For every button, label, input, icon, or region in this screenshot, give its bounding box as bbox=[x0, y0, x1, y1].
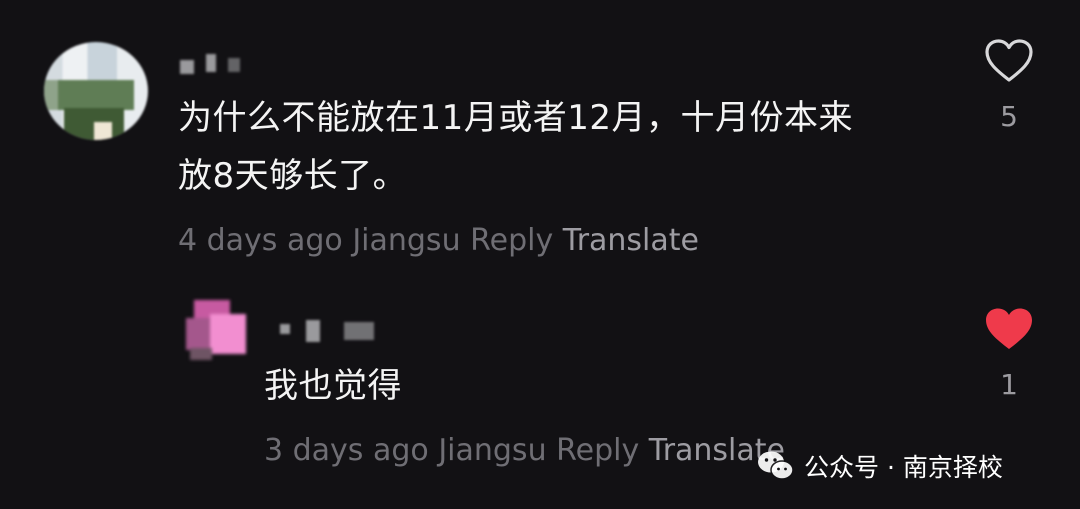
comment-text-line: 我也觉得 bbox=[264, 366, 402, 406]
heart-filled-icon bbox=[986, 308, 1032, 349]
like-button[interactable] bbox=[984, 306, 1034, 352]
comment-meta: 4 days ago Jiangsu Reply Translate bbox=[178, 223, 699, 258]
reply-button[interactable]: Reply bbox=[556, 433, 639, 468]
watermark-label: 公众号 · 南京择校 bbox=[804, 453, 1003, 482]
comment-location: Jiangsu bbox=[352, 223, 461, 258]
like-count: 5 bbox=[1000, 100, 1018, 133]
wechat-icon bbox=[758, 451, 794, 480]
comment-time: 4 days ago bbox=[178, 223, 343, 258]
comment-text: 我也觉得 bbox=[264, 357, 402, 415]
comment-time: 3 days ago bbox=[264, 433, 429, 468]
comment-text: 为什么不能放在11月或者12月，十月份本来 放8天够长了。 bbox=[178, 89, 938, 205]
username-blurred[interactable] bbox=[276, 318, 386, 346]
like-count: 1 bbox=[1000, 368, 1018, 401]
username-blurred[interactable] bbox=[178, 52, 268, 76]
comment-text-line: 放8天够长了。 bbox=[178, 156, 408, 196]
like-button[interactable] bbox=[984, 38, 1034, 84]
user-avatar[interactable] bbox=[44, 42, 148, 140]
translate-button[interactable]: Translate bbox=[563, 223, 699, 258]
comment-meta: 3 days ago Jiangsu Reply Translate bbox=[264, 433, 785, 468]
comment-location: Jiangsu bbox=[438, 433, 547, 468]
comment-text-line: 为什么不能放在11月或者12月，十月份本来 bbox=[178, 98, 854, 138]
reply-button[interactable]: Reply bbox=[470, 223, 553, 258]
wechat-watermark: 公众号 · 南京择校 bbox=[756, 448, 1003, 484]
user-avatar[interactable] bbox=[180, 300, 248, 362]
heart-outline-icon bbox=[985, 39, 1033, 82]
